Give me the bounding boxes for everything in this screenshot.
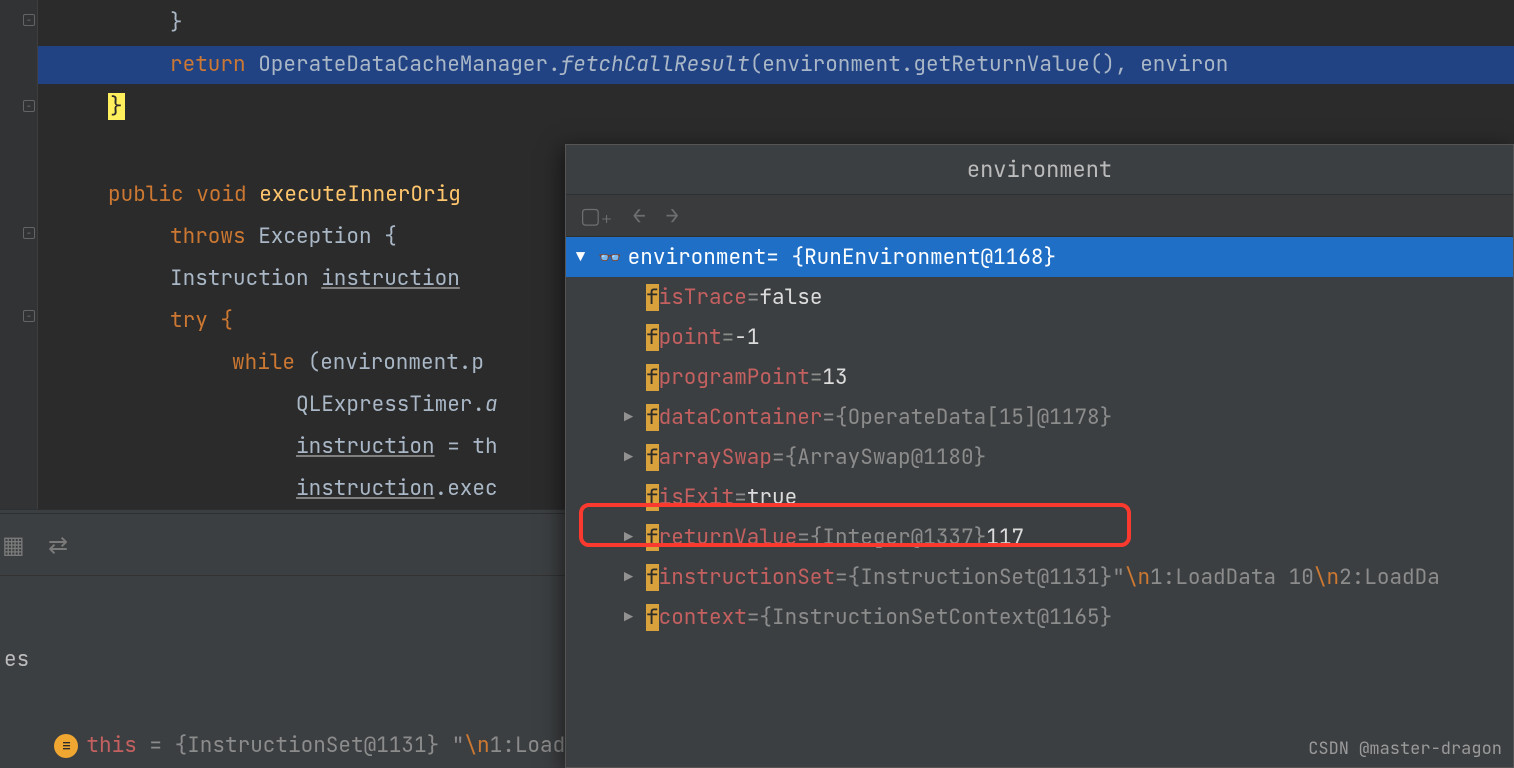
chevron-right-icon[interactable]: ▶	[624, 607, 646, 627]
field-icon: f	[646, 404, 659, 431]
fold-marker-icon[interactable]: −	[23, 227, 35, 239]
object-tree[interactable]: ▼ 👓 environment = {RunEnvironment@1168} …	[566, 237, 1513, 767]
tree-field[interactable]: f isExit = true	[566, 477, 1513, 517]
fold-marker-icon[interactable]: −	[23, 310, 35, 322]
chevron-right-icon[interactable]: ▶	[624, 567, 646, 587]
code-line: }	[44, 4, 1514, 42]
tree-field[interactable]: f programPoint = 13	[566, 357, 1513, 397]
tree-field[interactable]: f point = -1	[566, 317, 1513, 357]
tree-field[interactable]: ▶ f context = {InstructionSetContext@116…	[566, 597, 1513, 637]
code-line: return OperateDataCacheManager.fetchCall…	[44, 46, 1514, 84]
editor-gutter: − − − −	[0, 0, 38, 510]
chevron-right-icon[interactable]: ▶	[624, 407, 646, 427]
field-icon: f	[646, 604, 659, 631]
evaluate-popup: environment ▢₊ ← → ▼ 👓 environment = {Ru…	[565, 144, 1514, 768]
field-icon: f	[646, 564, 659, 591]
tree-field[interactable]: ▶ f instructionSet = {InstructionSet@113…	[566, 557, 1513, 597]
tree-field-returnvalue[interactable]: ▶ f returnValue = {Integer@1337} 117	[566, 517, 1513, 557]
tree-field[interactable]: ▶ f dataContainer = {OperateData[15]@117…	[566, 397, 1513, 437]
field-icon: f	[646, 324, 659, 351]
field-icon: f	[646, 484, 659, 511]
nav-fwd-icon[interactable]: →	[666, 201, 679, 230]
tree-root[interactable]: ▼ 👓 environment = {RunEnvironment@1168}	[566, 237, 1513, 277]
tree-field[interactable]: f isTrace = false	[566, 277, 1513, 317]
watermark: CSDN @master-dragon	[1308, 738, 1502, 760]
watch-icon: 👓	[598, 245, 622, 270]
fold-marker-icon[interactable]: −	[23, 14, 35, 26]
fold-marker-icon[interactable]: −	[23, 100, 35, 112]
field-icon: f	[646, 364, 659, 391]
chevron-down-icon[interactable]: ▼	[576, 247, 598, 267]
variable-name: environment	[628, 244, 767, 271]
toggle-icon[interactable]: ⇄	[48, 530, 68, 561]
tree-field[interactable]: ▶ f arraySwap = {ArraySwap@1180}	[566, 437, 1513, 477]
new-watch-icon[interactable]: ▢₊	[580, 201, 612, 230]
chevron-right-icon[interactable]: ▶	[624, 527, 646, 547]
field-icon: f	[646, 444, 659, 471]
code-line: }	[44, 88, 1514, 126]
field-icon: f	[646, 284, 659, 311]
nav-back-icon[interactable]: ←	[632, 201, 645, 230]
popup-title: environment	[566, 145, 1513, 195]
field-icon: f	[646, 524, 659, 551]
chevron-right-icon[interactable]: ▶	[624, 447, 646, 467]
popup-toolbar: ▢₊ ← →	[566, 195, 1513, 237]
grid-view-icon[interactable]: ▦	[2, 530, 25, 561]
